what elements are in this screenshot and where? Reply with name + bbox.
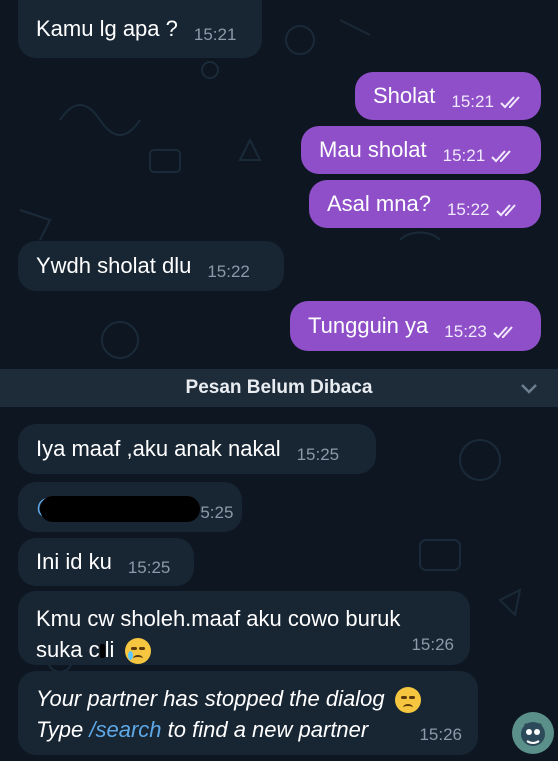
message-time: 5:25 [200, 503, 234, 522]
message-time: 15:25 [296, 445, 340, 464]
message-time: 15:25 [127, 558, 171, 577]
message-time: 15:23 [444, 322, 487, 341]
message-outgoing[interactable]: Sholat 15:21 [355, 72, 541, 120]
message-time: 15:26 [419, 725, 462, 744]
message-text: Iya maaf ,aku anak nakal [36, 436, 281, 461]
message-text-line1: Kmu cw sholeh.maaf aku cowo buruk [36, 606, 401, 631]
message-incoming[interactable]: Ywdh sholat dlu 15:22 [18, 241, 284, 291]
message-incoming-partner-stopped[interactable]: Your partner has stopped the dialog Type… [18, 671, 478, 755]
chevron-down-icon[interactable] [518, 377, 540, 405]
message-time: 15:21 [193, 25, 237, 44]
message-text: Kamu lg apa ? [36, 16, 178, 41]
message-text: Mau sholat [319, 137, 427, 162]
message-text: Tungguin ya [308, 313, 429, 338]
message-incoming[interactable]: Ini id ku 15:25 [18, 538, 194, 586]
double-check-icon [493, 319, 517, 345]
crying-face-icon [124, 638, 151, 665]
message-text: Ini id ku [36, 549, 112, 574]
message-outgoing[interactable]: Asal mna? 15:22 [309, 180, 541, 228]
message-time: 15:22 [207, 262, 250, 281]
message-time: 15:21 [442, 146, 486, 165]
search-command-link[interactable]: /search [89, 717, 161, 742]
double-check-icon [491, 143, 515, 169]
message-text-line2: suka c li [36, 634, 456, 665]
bot-avatar-icon[interactable] [512, 712, 554, 754]
redaction-mark [40, 496, 200, 522]
unread-messages-banner: Pesan Belum Dibaca [0, 369, 558, 407]
chat-area[interactable]: Kamu lg apa ? 15:21 Sholat 15:21 Mau sho… [0, 0, 558, 761]
double-check-icon [495, 197, 520, 223]
message-outgoing[interactable]: Mau sholat 15:21 [301, 126, 541, 174]
message-text: Asal mna? [327, 191, 431, 216]
message-text-line1: Your partner has stopped the dialog [36, 683, 464, 714]
message-text-line2: Type /search to find a new partner [36, 717, 369, 742]
unread-banner-label: Pesan Belum Dibaca [185, 377, 373, 398]
message-text: Sholat [373, 83, 436, 108]
double-check-icon [500, 89, 524, 115]
message-incoming[interactable]: Kamu lg apa ? 15:21 [18, 0, 262, 58]
message-incoming[interactable]: Kmu cw sholeh.maaf aku cowo buruk suka c… [18, 591, 470, 665]
message-time: 15:22 [446, 200, 490, 219]
message-text: Ywdh sholat dlu [36, 253, 192, 278]
message-time: 15:21 [451, 92, 494, 111]
message-time: 15:26 [411, 635, 454, 654]
message-outgoing[interactable]: Tungguin ya 15:23 [290, 301, 541, 351]
message-incoming[interactable]: Iya maaf ,aku anak nakal 15:25 [18, 424, 376, 474]
disappointed-face-icon [394, 687, 421, 714]
